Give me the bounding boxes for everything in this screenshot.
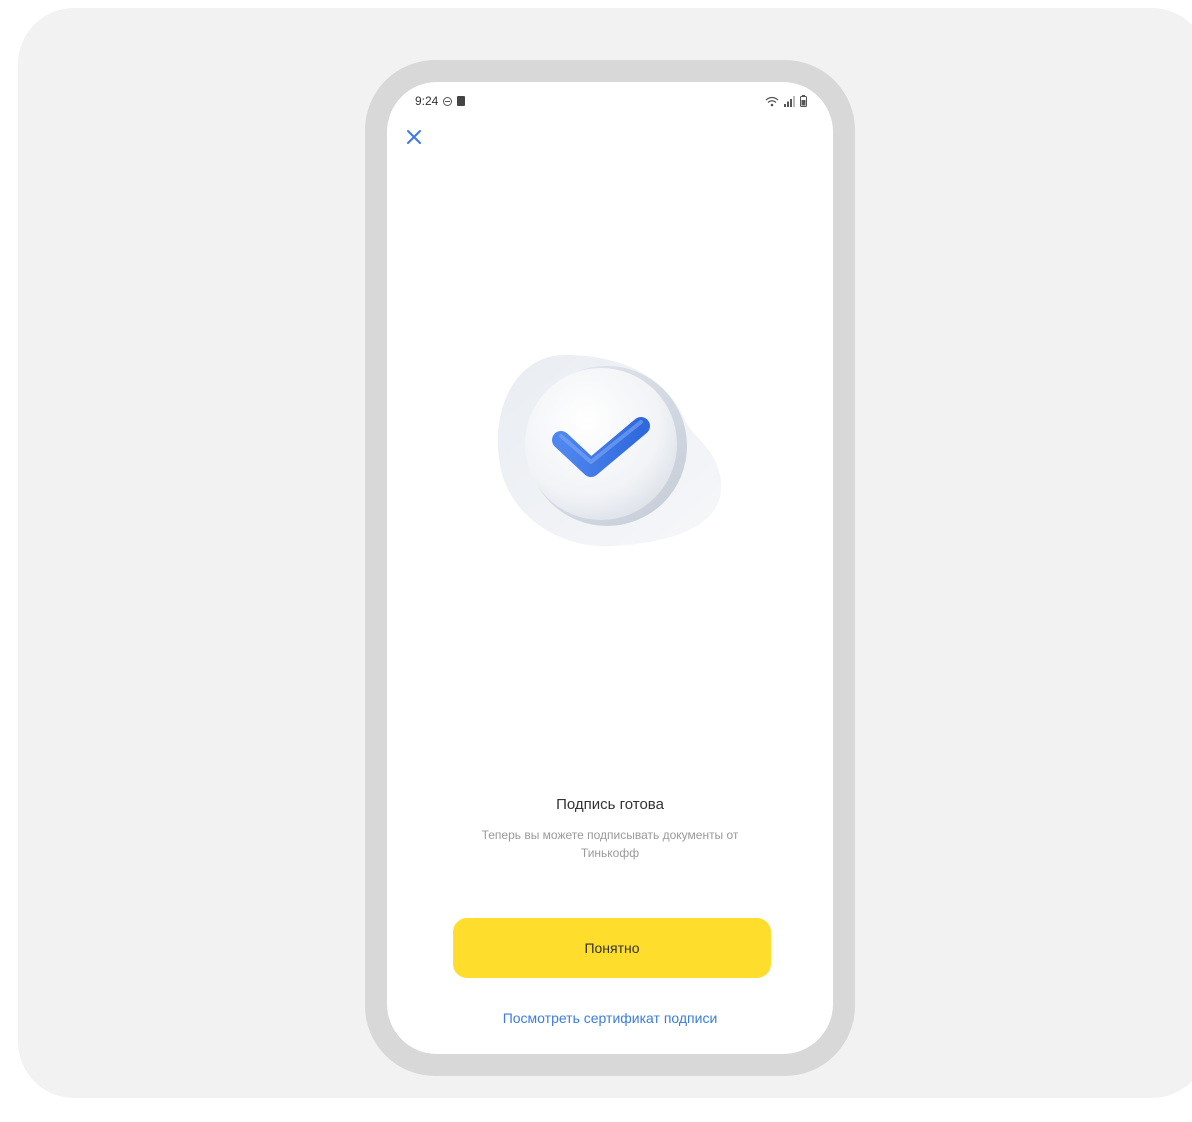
status-bar: 9:24 [415,92,807,110]
result-title: Подпись готова [556,796,664,813]
understood-button[interactable]: Понятно [453,918,771,978]
wifi-icon [765,96,779,106]
phone-screen: 9:24 Подпись готова Теперь вы можете под… [387,82,833,1054]
checkmark-badge-icon [497,355,722,547]
sim-card-icon [457,96,466,106]
view-certificate-link[interactable]: Посмотреть сертификат подписи [387,1010,833,1026]
success-illustration [495,350,735,560]
status-time: 9:24 [415,94,439,108]
close-icon [407,130,421,144]
signal-icon [784,95,795,107]
phone-frame: 9:24 Подпись готова Теперь вы можете под… [365,60,855,1076]
close-button[interactable] [401,124,427,150]
result-subtitle: Теперь вы можете подписывать документы о… [481,828,739,860]
battery-icon [800,95,807,107]
do-not-disturb-icon [443,96,453,106]
